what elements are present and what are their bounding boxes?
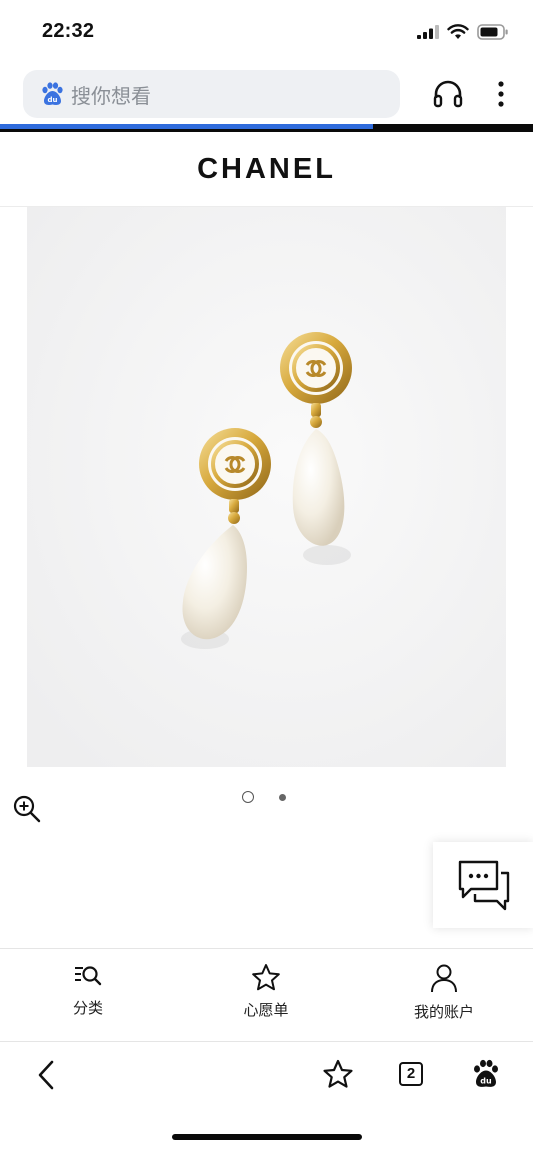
- status-time: 22:32: [42, 20, 95, 42]
- baidu-paw-icon: du: [42, 82, 63, 105]
- nav-item-label: 我的账户: [413, 1003, 474, 1021]
- status-icons: [417, 24, 509, 40]
- product-image[interactable]: [27, 207, 506, 767]
- svg-text:du: du: [480, 1077, 492, 1086]
- svg-text:du: du: [48, 96, 58, 104]
- chat-icon: [458, 860, 510, 911]
- status-bar: 22:32: [0, 0, 533, 62]
- wifi-icon: [447, 24, 469, 39]
- site-logo[interactable]: CHANEL: [197, 153, 336, 186]
- headphones-icon[interactable]: [432, 78, 464, 110]
- home-indicator[interactable]: [172, 1134, 362, 1140]
- cellular-signal-icon: [417, 25, 439, 39]
- baidu-paw-icon[interactable]: du: [472, 1059, 500, 1089]
- search-input[interactable]: 搜你想看: [71, 80, 151, 109]
- search-bar[interactable]: du 搜你想看: [23, 70, 400, 118]
- carousel-dot[interactable]: [279, 793, 286, 801]
- star-icon: [252, 964, 280, 991]
- nav-item-label: 心愿单: [243, 1001, 289, 1019]
- back-chevron-icon[interactable]: [36, 1059, 56, 1091]
- bookmark-star-icon[interactable]: [322, 1059, 354, 1089]
- nav-item-label: 分类: [72, 999, 103, 1017]
- nav-item-category[interactable]: 分类: [28, 963, 148, 1018]
- zoom-in-icon[interactable]: [12, 794, 42, 824]
- user-icon: [431, 964, 457, 993]
- page-load-progress-fill: [0, 124, 374, 129]
- page-load-progress: [0, 124, 533, 132]
- battery-icon: [477, 24, 508, 40]
- nav-item-account[interactable]: 我的账户: [384, 963, 504, 1022]
- site-header: CHANEL: [0, 132, 533, 207]
- site-bottom-nav: 分类 心愿单 我的账户: [0, 948, 533, 1042]
- carousel-dot-active[interactable]: [242, 791, 254, 803]
- chat-button[interactable]: [433, 842, 533, 928]
- earrings-product-image: [27, 207, 506, 767]
- carousel-indicator: [242, 791, 286, 803]
- browser-toolbar: 2 du: [0, 1041, 533, 1111]
- more-options-icon[interactable]: [490, 78, 512, 110]
- nav-item-wishlist[interactable]: 心愿单: [206, 963, 326, 1020]
- category-search-icon: [75, 966, 102, 986]
- tabs-count-button[interactable]: 2: [399, 1062, 423, 1086]
